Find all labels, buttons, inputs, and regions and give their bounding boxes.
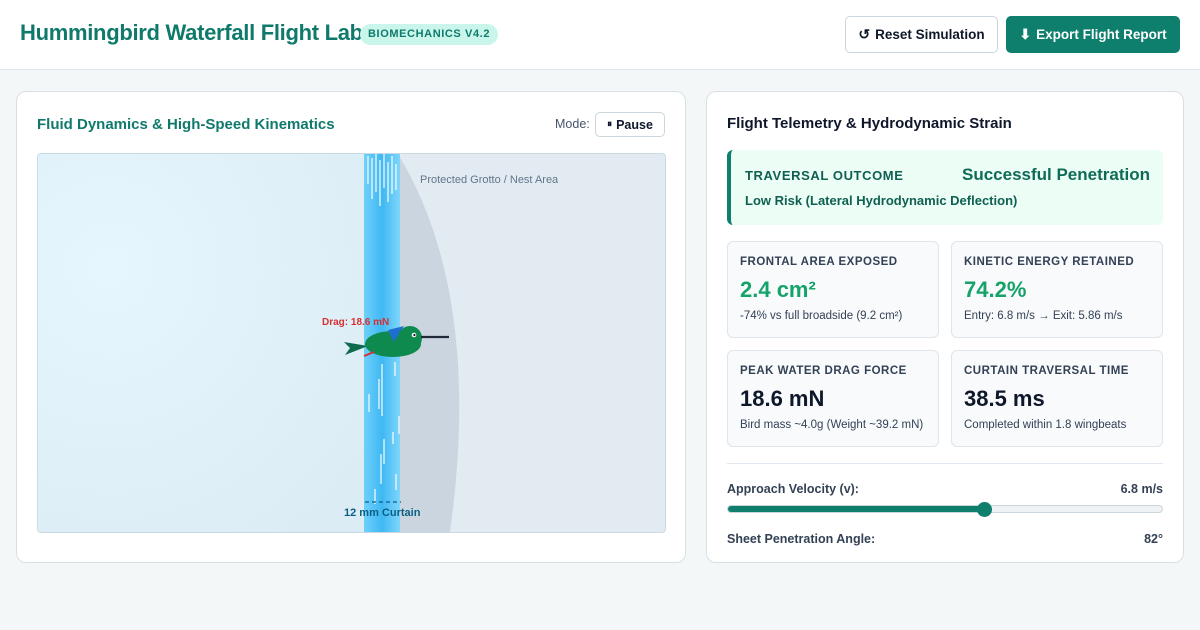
telemetry-panel-title: Flight Telemetry & Hydrodynamic Strain [727,115,1012,132]
export-flight-report-button[interactable]: ⬇ Export Flight Report [1006,16,1180,53]
metric-value: 38.5 ms [964,386,1045,411]
metric-sub: Entry: 6.8 m/s → Exit: 5.86 m/s [964,310,1123,322]
simulation-scene [38,154,665,532]
grotto-label: Protected Grotto / Nest Area [420,174,559,186]
open-air-zone [38,154,398,532]
metric-label: PEAK WATER DRAG FORCE [740,365,907,377]
velocity-slider-thumb[interactable] [977,502,993,517]
reset-icon: ↺ [858,26,871,42]
metric-sub: -74% vs full broadside (9.2 cm²) [740,310,903,322]
simulation-panel: Fluid Dynamics & High-Speed Kinematics M… [16,91,686,563]
reset-simulation-button[interactable]: ↺ Reset Simulation [845,16,998,53]
traversal-outcome-box: TRAVERSAL OUTCOME Successful Penetration… [727,150,1163,225]
version-badge: BIOMECHANICS V4.2 [360,24,499,45]
outcome-risk: Low Risk (Lateral Hydrodynamic Deflectio… [745,193,1018,208]
metric-value: 2.4 cm² [740,277,816,302]
metric-value: 18.6 mN [740,386,825,411]
metric-value: 74.2% [964,277,1027,302]
pause-icon: ⏸ [607,119,613,130]
curtain-thickness-label: 12 mm Curtain [344,507,421,519]
metric-peak-drag: PEAK WATER DRAG FORCE 18.6 mN Bird mass … [727,350,939,447]
controls-divider [727,463,1163,464]
export-flight-report-label: Export Flight Report [1036,27,1167,42]
mode-label: Mode: [555,117,590,131]
velocity-label: Approach Velocity (v): [727,482,859,496]
outcome-value: Successful Penetration [961,165,1150,184]
metric-traversal-time: CURTAIN TRAVERSAL TIME 38.5 ms Completed… [951,350,1163,447]
pause-button[interactable]: ⏸ Pause [595,112,665,137]
drag-force-label: Drag: 18.6 mN [322,317,390,328]
simulation-panel-title: Fluid Dynamics & High-Speed Kinematics [37,116,335,133]
outcome-label: TRAVERSAL OUTCOME [745,168,904,183]
telemetry-panel: Flight Telemetry & Hydrodynamic Strain T… [706,91,1184,563]
app-title: Hummingbird Waterfall Flight Lab [20,20,363,45]
download-icon: ⬇ [1019,26,1032,42]
angle-label: Sheet Penetration Angle: [727,532,876,546]
simulation-canvas[interactable]: Protected Grotto / Nest Area Drag: 18.6 … [37,153,666,533]
velocity-value: 6.8 m/s [1120,482,1163,496]
metric-sub: Bird mass ~4.0g (Weight ~39.2 mN) [740,419,924,431]
metric-label: FRONTAL AREA EXPOSED [740,256,898,268]
top-bar: Hummingbird Waterfall Flight Lab BIOMECH… [0,0,1200,70]
metric-frontal-area: FRONTAL AREA EXPOSED 2.4 cm² -74% vs ful… [727,241,939,338]
metric-label: CURTAIN TRAVERSAL TIME [964,365,1129,377]
metric-kinetic-energy: KINETIC ENERGY RETAINED 74.2% Entry: 6.8… [951,241,1163,338]
velocity-slider-fill [728,506,985,512]
angle-value: 82° [1144,532,1163,546]
velocity-slider[interactable] [727,505,1163,513]
metric-sub: Completed within 1.8 wingbeats [964,419,1127,431]
reset-simulation-label: Reset Simulation [875,27,985,42]
metric-label: KINETIC ENERGY RETAINED [964,256,1135,268]
pause-label: Pause [616,117,653,132]
